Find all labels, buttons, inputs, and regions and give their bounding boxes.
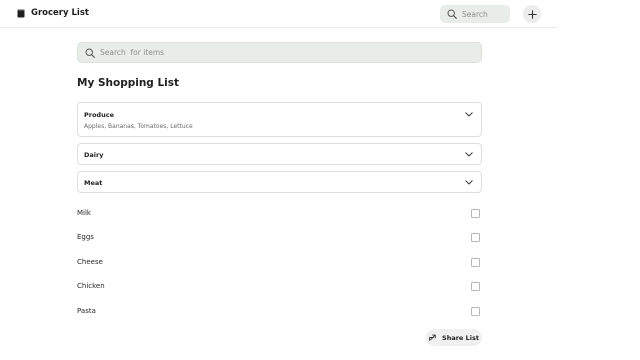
item-name: Pasta bbox=[77, 307, 96, 315]
list-item: Chicken bbox=[77, 281, 482, 293]
item-name: Milk bbox=[77, 209, 91, 217]
item-search-input[interactable] bbox=[100, 48, 460, 57]
list-item: Eggs bbox=[77, 232, 482, 244]
document-icon bbox=[17, 9, 25, 18]
chevron-down-icon[interactable] bbox=[465, 112, 473, 117]
header-search-input[interactable] bbox=[462, 9, 507, 19]
list-item: Cheese bbox=[77, 257, 482, 269]
item-name: Eggs bbox=[77, 233, 94, 241]
app-header: Grocery List bbox=[0, 0, 558, 28]
share-list-button[interactable]: Share List bbox=[426, 329, 482, 346]
category-name: Meat bbox=[84, 179, 103, 187]
app-title: Grocery List bbox=[31, 8, 89, 18]
plus-icon bbox=[527, 9, 537, 19]
category-dairy[interactable]: Dairy bbox=[77, 143, 482, 165]
list-item: Milk bbox=[77, 208, 482, 220]
share-button-label: Share List bbox=[442, 333, 479, 342]
search-icon bbox=[85, 47, 95, 58]
item-name: Cheese bbox=[77, 258, 103, 266]
header-search-box[interactable] bbox=[440, 5, 510, 23]
category-produce[interactable]: Produce Apples, Bananas, Tomatoes, Lettu… bbox=[77, 102, 482, 137]
item-checkbox[interactable] bbox=[471, 307, 480, 316]
share-icon bbox=[429, 334, 436, 341]
item-name: Chicken bbox=[77, 282, 105, 290]
add-button[interactable] bbox=[523, 5, 541, 23]
category-name: Produce bbox=[84, 111, 114, 119]
item-checkbox[interactable] bbox=[471, 209, 480, 218]
item-checkbox[interactable] bbox=[471, 282, 480, 291]
item-checkbox[interactable] bbox=[471, 258, 480, 267]
app-page: Grocery List My Shopping List Produce Ap… bbox=[0, 0, 640, 360]
item-checkbox[interactable] bbox=[471, 233, 480, 242]
category-meat[interactable]: Meat bbox=[77, 171, 482, 193]
list-item: Pasta bbox=[77, 306, 482, 318]
search-icon bbox=[447, 9, 457, 19]
chevron-down-icon[interactable] bbox=[465, 180, 473, 185]
brand: Grocery List bbox=[17, 8, 89, 19]
item-search-box[interactable] bbox=[77, 42, 482, 63]
category-items-summary: Apples, Bananas, Tomatoes, Lettuce bbox=[84, 123, 193, 130]
category-name: Dairy bbox=[84, 151, 104, 159]
chevron-down-icon[interactable] bbox=[465, 152, 473, 157]
page-title: My Shopping List bbox=[77, 77, 180, 89]
